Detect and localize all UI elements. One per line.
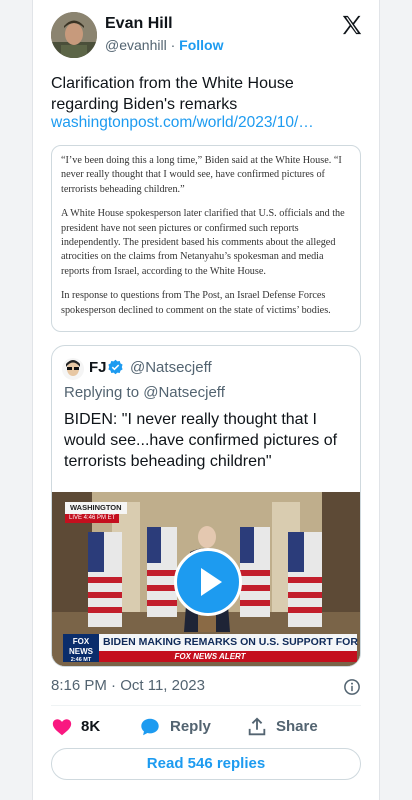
fox-news-logo: FOX NEWS 2:46 MT [63,634,99,663]
location-tag: WASHINGTON [65,502,127,514]
play-icon [201,568,222,596]
fox-logo-top: FOX [72,637,90,646]
tweet-timestamp[interactable]: 8:16 PM · Oct 11, 2023 [51,677,205,694]
author-handle[interactable]: @evanhill [105,37,167,53]
reply-label: Reply [170,718,211,735]
quoted-author-name[interactable]: FJ [89,359,107,376]
replying-to[interactable]: Replying to @Natsecjeff [64,384,225,401]
info-icon[interactable] [343,678,361,696]
alert-bar: FOX NEWS ALERT [63,651,357,662]
article-screenshot[interactable]: “I’ve been doing this a long time,” Bide… [51,145,361,332]
excerpt-paragraph: A White House spokesperson later clarifi… [61,208,345,277]
author-handle-line: @evanhill · Follow [105,37,223,53]
speech-bubble-icon [141,718,159,736]
divider [51,705,361,706]
chyron-headline: BIDEN MAKING REMARKS ON U.S. SUPPORT FOR… [63,634,360,651]
video-player[interactable]: WASHINGTON LIVE 4:46 PM ET BIDEN MAKING … [52,492,360,666]
excerpt-paragraph: In response to questions from The Post, … [61,290,331,316]
x-logo-icon[interactable] [341,14,363,36]
heart-icon [52,719,72,736]
share-upload-icon [248,717,266,736]
quoted-tweet[interactable]: FJ @Natsecjeff Replying to @Natsecjeff B… [51,345,361,667]
channel-time: 2:46 MT [70,657,92,663]
quoted-tweet-text: BIDEN: "I never really thought that I wo… [64,411,338,470]
handle-separator: · [170,37,176,53]
play-button[interactable] [174,548,242,616]
live-tag: LIVE 4:46 PM ET [65,514,120,523]
verified-badge-icon [108,359,123,375]
meta-separator: · [111,677,117,694]
tweet-date: Oct 11, 2023 [120,677,205,694]
author-avatar[interactable] [51,12,97,58]
read-replies-button[interactable]: Read 546 replies [51,748,361,780]
quoted-author-handle[interactable]: @Natsecjeff [130,359,212,376]
tweet-header: Evan Hill @evanhill · Follow [51,12,367,58]
tweet-time: 8:16 PM [51,677,107,694]
fox-logo-bottom: NEWS [69,647,93,656]
action-bar: 8K Reply Share [51,716,361,740]
share-label: Share [276,718,318,735]
tweet-card: Evan Hill @evanhill · Follow Clarificati… [32,0,380,800]
tweet-text: Clarification from the White House regar… [51,75,294,113]
like-count: 8K [81,718,101,735]
author-name[interactable]: Evan Hill [105,15,173,33]
follow-button[interactable]: Follow [179,37,223,53]
quoted-avatar[interactable] [62,358,84,380]
excerpt-paragraph: “I’ve been doing this a long time,” Bide… [61,155,342,195]
tweet-link[interactable]: washingtonpost.com/world/2023/10/… [51,114,314,132]
